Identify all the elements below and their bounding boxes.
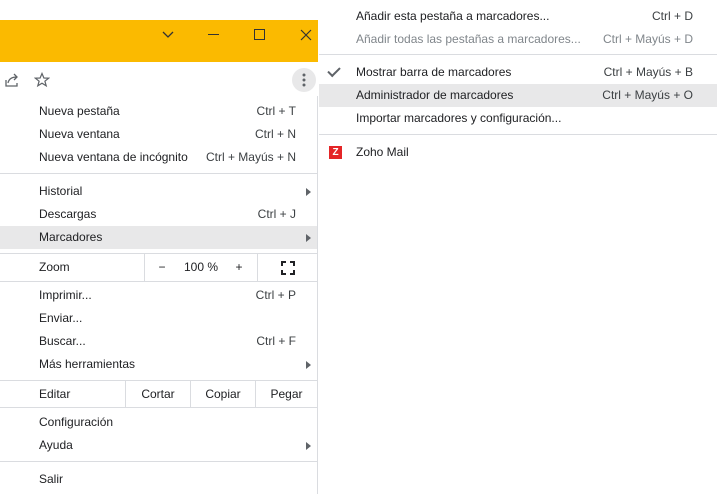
menu-item-label: Nueva ventana de incógnito [39, 150, 188, 164]
zoom-label: Zoom [39, 260, 70, 274]
chevron-right-icon [306, 188, 311, 196]
menu-item-new-tab[interactable]: Nueva pestaña Ctrl + T [0, 100, 317, 123]
submenu-item-shortcut: Ctrl + Mayús + B [603, 65, 693, 79]
menu-item-label: Nueva pestaña [39, 104, 120, 118]
menu-item-label: Enviar... [39, 311, 83, 325]
submenu-item-label: Zoho Mail [356, 145, 409, 159]
menu-item-cast[interactable]: Enviar... [0, 307, 317, 330]
menu-item-label: Marcadores [39, 230, 103, 244]
maximize-button[interactable] [237, 20, 283, 50]
submenu-item-label: Administrador de marcadores [356, 88, 514, 102]
menu-item-label: Descargas [39, 207, 97, 221]
submenu-item-zoho-mail[interactable]: Z Zoho Mail [319, 141, 717, 164]
menu-item-exit[interactable]: Salir [0, 468, 317, 491]
submenu-item-bookmark-manager[interactable]: Administrador de marcadores Ctrl + Mayús… [319, 84, 717, 107]
window-titlebar [0, 20, 318, 62]
paste-button[interactable]: Pegar [256, 381, 317, 407]
browser-toolbar [0, 62, 318, 96]
edit-label: Editar [39, 387, 71, 401]
fullscreen-button[interactable] [258, 254, 317, 281]
menu-item-label: Salir [39, 472, 64, 486]
menu-item-print[interactable]: Imprimir... Ctrl + P [0, 284, 317, 307]
close-icon [300, 29, 312, 41]
submenu-item-label: Importar marcadores y configuración... [356, 111, 562, 125]
menu-item-label: Historial [39, 184, 83, 198]
maximize-icon [254, 29, 265, 40]
chevron-right-icon [306, 234, 311, 242]
menu-item-downloads[interactable]: Descargas Ctrl + J [0, 203, 317, 226]
menu-item-label: Configuración [39, 415, 114, 429]
share-button[interactable] [0, 68, 24, 92]
bookmarks-submenu: Añadir esta pestaña a marcadores... Ctrl… [319, 0, 717, 171]
menu-item-find[interactable]: Buscar... Ctrl + F [0, 330, 317, 353]
submenu-item-label: Añadir todas las pestañas a marcadores..… [356, 32, 581, 46]
zoom-level: 100 % [183, 260, 219, 274]
tab-search-button[interactable] [145, 20, 191, 50]
menu-button[interactable] [292, 68, 316, 92]
zoom-in-button[interactable]: + [223, 254, 255, 281]
menu-item-history[interactable]: Historial [0, 180, 317, 203]
cut-button[interactable]: Cortar [126, 381, 190, 407]
menu-item-shortcut: Ctrl + P [255, 288, 296, 302]
submenu-item-import[interactable]: Importar marcadores y configuración... [319, 107, 717, 130]
zoho-mail-icon: Z [329, 146, 342, 159]
edit-row: Editar Cortar Copiar Pegar [0, 381, 317, 407]
bookmark-star-button[interactable] [30, 68, 54, 92]
chevron-down-icon [162, 31, 174, 38]
fullscreen-icon [280, 260, 295, 275]
submenu-item-label: Mostrar barra de marcadores [356, 65, 512, 79]
menu-item-shortcut: Ctrl + F [256, 334, 296, 348]
submenu-item-label: Añadir esta pestaña a marcadores... [356, 9, 550, 23]
menu-item-shortcut: Ctrl + N [254, 127, 296, 141]
menu-item-help[interactable]: Ayuda [0, 434, 317, 457]
menu-separator [0, 461, 317, 462]
menu-separator [0, 407, 317, 408]
submenu-item-shortcut: Ctrl + Mayús + O [602, 88, 693, 102]
submenu-item-shortcut: Ctrl + D [651, 9, 693, 23]
menu-item-shortcut: Ctrl + T [256, 104, 296, 118]
menu-item-label: Ayuda [39, 438, 73, 452]
menu-item-settings[interactable]: Configuración [0, 411, 317, 434]
menu-item-label: Imprimir... [39, 288, 92, 302]
menu-separator [0, 173, 317, 174]
menu-item-shortcut: Ctrl + Mayús + N [205, 150, 296, 164]
submenu-item-show-bookmarks-bar[interactable]: Mostrar barra de marcadores Ctrl + Mayús… [319, 61, 717, 84]
submenu-item-shortcut: Ctrl + Mayús + D [602, 32, 693, 46]
menu-item-shortcut: Ctrl + J [257, 207, 296, 221]
zoom-row: Zoom − 100 % + [0, 254, 317, 281]
minimize-button[interactable] [191, 20, 237, 50]
submenu-separator [319, 134, 717, 135]
menu-item-new-window[interactable]: Nueva ventana Ctrl + N [0, 123, 317, 146]
chevron-right-icon [306, 442, 311, 450]
menu-separator [0, 281, 317, 282]
submenu-item-add-all-tabs[interactable]: Añadir todas las pestañas a marcadores..… [319, 28, 717, 51]
menu-item-more-tools[interactable]: Más herramientas [0, 353, 317, 376]
copy-button[interactable]: Copiar [191, 381, 255, 407]
more-vertical-icon [302, 73, 306, 87]
star-icon [34, 72, 50, 88]
chevron-right-icon [306, 361, 311, 369]
menu-item-label: Más herramientas [39, 357, 136, 371]
menu-item-incognito[interactable]: Nueva ventana de incógnito Ctrl + Mayús … [0, 146, 317, 169]
zoom-out-button[interactable]: − [145, 254, 179, 281]
submenu-separator [319, 54, 717, 55]
submenu-item-add-tab[interactable]: Añadir esta pestaña a marcadores... Ctrl… [319, 5, 717, 28]
checkmark-icon [327, 63, 341, 78]
menu-item-bookmarks[interactable]: Marcadores [0, 226, 317, 249]
share-icon [5, 73, 18, 87]
menu-item-label: Buscar... [39, 334, 86, 348]
minimize-icon [208, 34, 219, 35]
menu-item-label: Nueva ventana [39, 127, 120, 141]
